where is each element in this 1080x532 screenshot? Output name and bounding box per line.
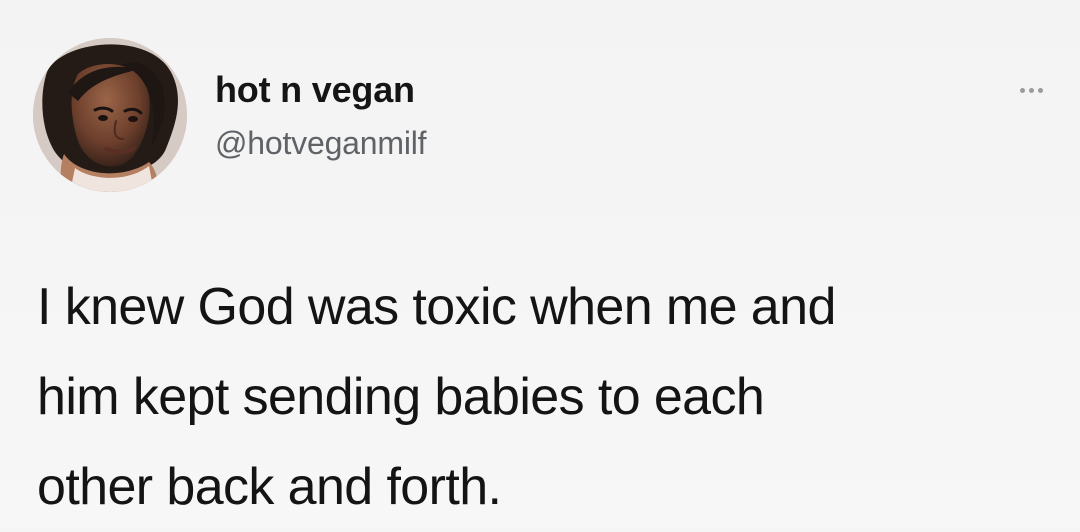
author-handle[interactable]: @hotveganmilf [215, 123, 427, 163]
more-horizontal-icon [1019, 87, 1025, 93]
more-horizontal-icon [1037, 87, 1043, 93]
tweet-text-line: him kept sending babies to each [37, 368, 765, 426]
tweet-card: hot n vegan @hotveganmilf I knew God was… [0, 0, 1080, 528]
more-horizontal-icon [1028, 87, 1034, 93]
author-display-name[interactable]: hot n vegan [215, 68, 415, 112]
author-avatar[interactable] [33, 38, 187, 192]
more-options-button[interactable] [1010, 80, 1052, 100]
tweet-text-line: I knew God was toxic when me and [37, 278, 836, 336]
tweet-text: I knew God was toxic when me and him kep… [37, 262, 1047, 532]
profile-photo-icon [33, 38, 187, 192]
tweet-text-line: other back and forth. [37, 458, 502, 516]
